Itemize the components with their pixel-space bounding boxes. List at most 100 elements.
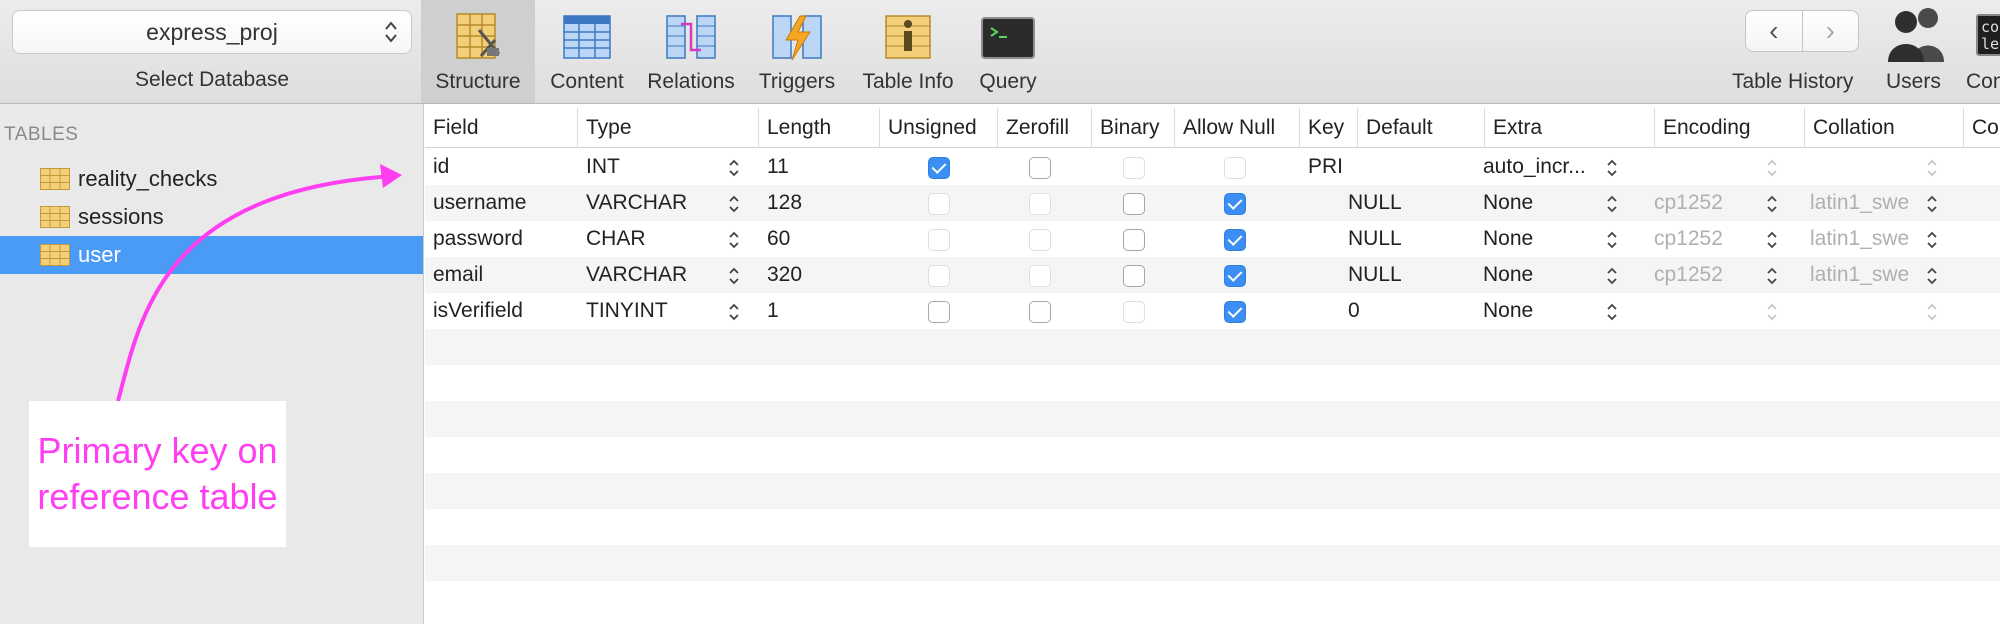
tab-table-info[interactable]: Table Info [854,0,962,103]
column-header-unsigned[interactable]: Unsigned [880,108,998,148]
cell-encoding[interactable]: cp1252 [1646,257,1781,293]
history-back-button[interactable]: ‹ [1746,11,1802,51]
cell-collation[interactable] [1802,149,1940,185]
collation-select-arrows-icon[interactable] [1925,230,1939,250]
zerofill-checkbox[interactable] [1029,265,1051,287]
cell-encoding[interactable] [1646,293,1781,329]
history-forward-button[interactable]: › [1801,11,1859,51]
cell-collation[interactable]: latin1_swe [1802,221,1940,257]
zerofill-checkbox[interactable] [1029,193,1051,215]
column-header-binary[interactable]: Binary [1092,108,1175,148]
tab-triggers[interactable]: Triggers [745,0,849,103]
console-icon[interactable]: co le [1976,14,2000,56]
cell-extra[interactable]: None [1475,293,1620,329]
cell-length[interactable]: 60 [759,221,880,257]
collation-select-arrows-icon[interactable] [1925,266,1939,286]
column-header-field[interactable]: Field [425,108,578,148]
cell-default[interactable]: NULL [1340,185,1485,221]
cell-type[interactable]: TINYINT [578,293,728,329]
table-row[interactable]: id INT 11 PRI auto_incr... [425,149,2000,185]
cell-default[interactable] [1340,149,1485,185]
cell-extra[interactable]: auto_incr... [1475,149,1620,185]
cell-type[interactable]: VARCHAR [578,257,728,293]
cell-length[interactable]: 128 [759,185,880,221]
cell-collation[interactable]: latin1_swe [1802,257,1940,293]
unsigned-checkbox[interactable] [928,229,950,251]
binary-checkbox[interactable] [1123,157,1145,179]
database-select[interactable]: express_proj [12,10,412,54]
column-header-extra[interactable]: Extra [1485,108,1655,148]
cell-length[interactable]: 320 [759,257,880,293]
cell-default[interactable]: NULL [1340,257,1485,293]
binary-checkbox[interactable] [1123,301,1145,323]
cell-field[interactable]: isVerifield [425,293,578,329]
tab-query[interactable]: Query [965,0,1051,103]
cell-encoding[interactable]: cp1252 [1646,221,1781,257]
collation-select-arrows-icon[interactable] [1925,158,1939,178]
cell-length[interactable]: 1 [759,293,880,329]
column-header-collation[interactable]: Collation [1805,108,1964,148]
cell-collation[interactable]: latin1_swe [1802,185,1940,221]
type-select-arrows-icon[interactable] [727,302,741,322]
sidebar-item-user[interactable]: user [0,236,423,274]
allow-null-checkbox[interactable] [1224,301,1246,323]
cell-default[interactable]: NULL [1340,221,1485,257]
cell-type[interactable]: CHAR [578,221,728,257]
sidebar-item-sessions[interactable]: sessions [0,198,423,236]
allow-null-checkbox[interactable] [1224,193,1246,215]
tab-structure[interactable]: Structure [421,0,535,103]
extra-select-arrows-icon[interactable] [1605,194,1619,214]
collation-select-arrows-icon[interactable] [1925,194,1939,214]
binary-checkbox[interactable] [1123,193,1145,215]
encoding-select-arrows-icon[interactable] [1765,302,1779,322]
table-row[interactable]: email VARCHAR 320 NULL None cp1252 latin1_swe [425,257,2000,293]
binary-checkbox[interactable] [1123,229,1145,251]
extra-select-arrows-icon[interactable] [1605,230,1619,250]
tab-content[interactable]: Content [537,0,637,103]
cell-collation[interactable] [1802,293,1940,329]
allow-null-checkbox[interactable] [1224,229,1246,251]
cell-field[interactable]: username [425,185,578,221]
cell-extra[interactable]: None [1475,221,1620,257]
column-header-zerofill[interactable]: Zerofill [998,108,1092,148]
cell-field[interactable]: email [425,257,578,293]
allow-null-checkbox[interactable] [1224,265,1246,287]
column-header-encoding[interactable]: Encoding [1655,108,1805,148]
cell-default[interactable]: 0 [1340,293,1485,329]
tab-relations[interactable]: Relations [641,0,741,103]
column-header-key[interactable]: Key [1300,108,1358,148]
encoding-select-arrows-icon[interactable] [1765,158,1779,178]
cell-extra[interactable]: None [1475,257,1620,293]
zerofill-checkbox[interactable] [1029,301,1051,323]
table-row[interactable]: username VARCHAR 128 NULL None cp1252 latin1_s… [425,185,2000,221]
column-header-comment[interactable]: Com [1964,108,2000,148]
cell-type[interactable]: VARCHAR [578,185,728,221]
collation-select-arrows-icon[interactable] [1925,302,1939,322]
cell-encoding[interactable] [1646,149,1781,185]
unsigned-checkbox[interactable] [928,265,950,287]
encoding-select-arrows-icon[interactable] [1765,266,1779,286]
column-header-allow-null[interactable]: Allow Null [1175,108,1300,148]
column-header-length[interactable]: Length [759,108,880,148]
encoding-select-arrows-icon[interactable] [1765,230,1779,250]
binary-checkbox[interactable] [1123,265,1145,287]
type-select-arrows-icon[interactable] [727,194,741,214]
type-select-arrows-icon[interactable] [727,230,741,250]
zerofill-checkbox[interactable] [1029,157,1051,179]
zerofill-checkbox[interactable] [1029,229,1051,251]
cell-field[interactable]: id [425,149,578,185]
cell-type[interactable]: INT [578,149,728,185]
column-header-default[interactable]: Default [1358,108,1485,148]
encoding-select-arrows-icon[interactable] [1765,194,1779,214]
unsigned-checkbox[interactable] [928,301,950,323]
column-header-type[interactable]: Type [578,108,759,148]
cell-field[interactable]: password [425,221,578,257]
cell-length[interactable]: 11 [759,149,880,185]
extra-select-arrows-icon[interactable] [1605,266,1619,286]
type-select-arrows-icon[interactable] [727,158,741,178]
allow-null-checkbox[interactable] [1224,157,1246,179]
cell-encoding[interactable]: cp1252 [1646,185,1781,221]
unsigned-checkbox[interactable] [928,157,950,179]
type-select-arrows-icon[interactable] [727,266,741,286]
table-row[interactable]: isVerifield TINYINT 1 0 None [425,293,2000,329]
